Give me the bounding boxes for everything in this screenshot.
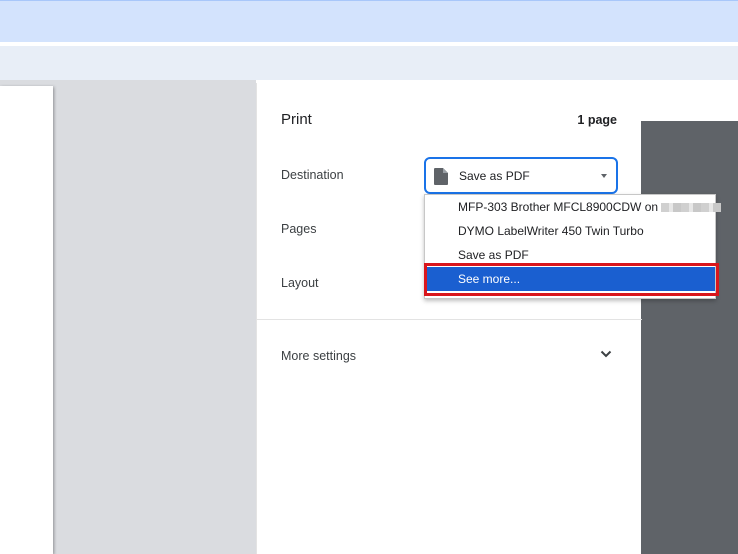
- print-preview-area: [0, 80, 256, 554]
- toolbar-strip: [0, 46, 738, 80]
- destination-dropdown: MFP-303 Brother MFCL8900CDW on DYMO Labe…: [424, 194, 722, 299]
- redacted-text: [661, 203, 722, 213]
- background-page: [641, 80, 738, 121]
- option-label: See more...: [458, 272, 521, 286]
- pages-label: Pages: [281, 222, 317, 236]
- destination-value: Save as PDF: [459, 169, 530, 183]
- option-see-more[interactable]: See more...: [425, 267, 715, 291]
- option-brother-printer[interactable]: MFP-303 Brother MFCL8900CDW on: [425, 195, 722, 219]
- page-backdrop: [641, 121, 738, 554]
- page-count: 1 page: [577, 113, 617, 127]
- more-settings-label: More settings: [281, 349, 357, 363]
- browser-toolbar: [0, 42, 738, 80]
- file-icon: [434, 168, 448, 185]
- section-divider: [257, 319, 642, 320]
- layout-label: Layout: [281, 276, 319, 290]
- preview-page: [0, 86, 53, 554]
- print-settings-panel: Print 1 page Destination Save as PDF Pag…: [256, 83, 722, 554]
- print-title: Print: [281, 111, 312, 128]
- option-label: MFP-303 Brother MFCL8900CDW on: [458, 200, 659, 214]
- more-settings-toggle[interactable]: More settings: [257, 333, 642, 377]
- chevron-down-icon: [600, 350, 612, 358]
- destination-select[interactable]: Save as PDF: [424, 157, 618, 194]
- option-label: Save as PDF: [458, 248, 529, 262]
- option-dymo-labelwriter[interactable]: DYMO LabelWriter 450 Twin Turbo: [425, 219, 715, 243]
- destination-label: Destination: [281, 168, 344, 182]
- option-save-as-pdf[interactable]: Save as PDF: [425, 243, 715, 267]
- browser-top-bar: [0, 0, 738, 42]
- caret-down-icon: [601, 174, 607, 178]
- option-label: DYMO LabelWriter 450 Twin Turbo: [458, 224, 644, 238]
